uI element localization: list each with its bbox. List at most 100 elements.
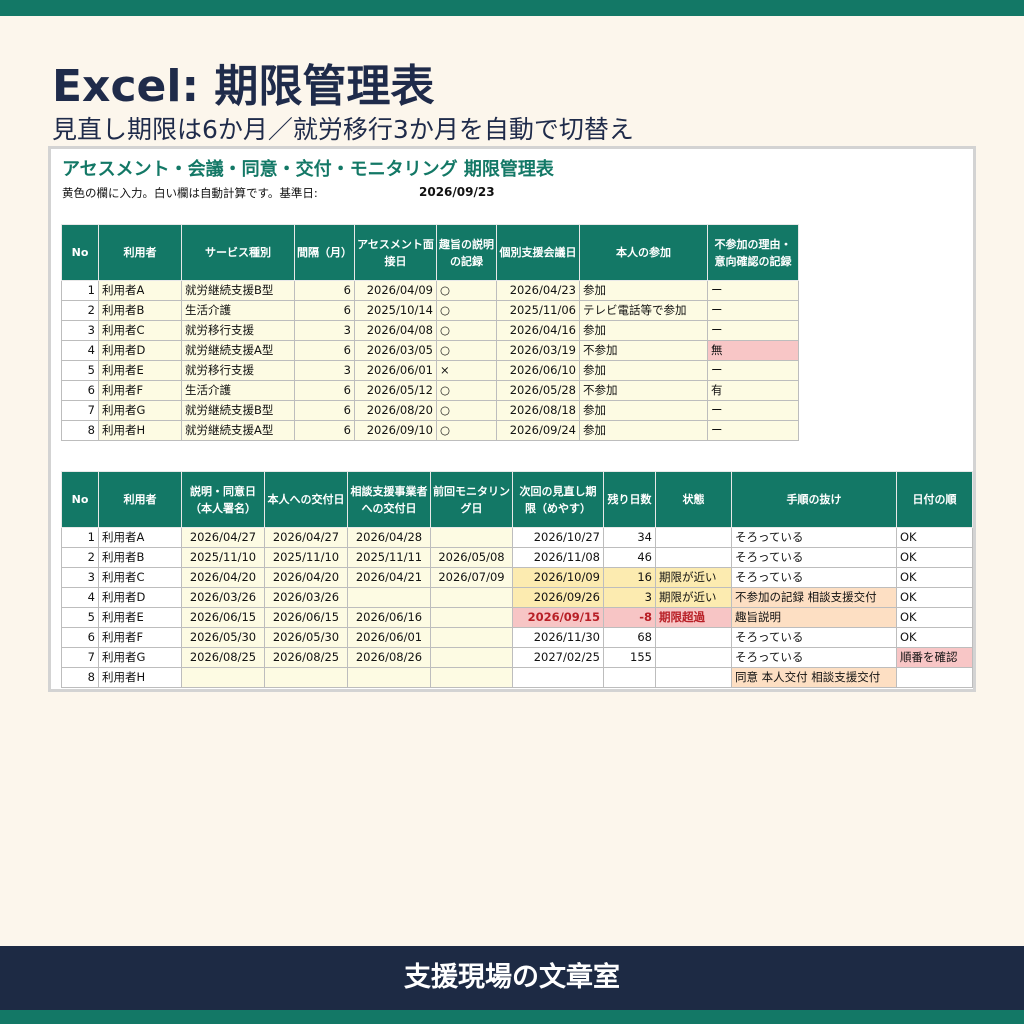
table1-cell-r5-c1[interactable]: 利用者F xyxy=(98,380,182,401)
table1-cell-r6-c0[interactable]: 7 xyxy=(61,400,99,421)
table1-cell-r1-c6[interactable]: 2025/11/06 xyxy=(496,300,580,321)
table1-cell-r0-c0[interactable]: 1 xyxy=(61,280,99,301)
table2-cell-r1-c6[interactable]: 2026/11/08 xyxy=(512,547,604,568)
table2-cell-r7-c10[interactable] xyxy=(896,667,973,688)
table1-cell-r2-c0[interactable]: 3 xyxy=(61,320,99,341)
table2-cell-r4-c8[interactable]: 期限超過 xyxy=(655,607,732,628)
table1-cell-r5-c7[interactable]: 不参加 xyxy=(579,380,708,401)
table2-cell-r3-c1[interactable]: 利用者D xyxy=(98,587,182,608)
table1-cell-r2-c5[interactable]: ○ xyxy=(436,320,497,341)
table2-cell-r7-c6[interactable] xyxy=(512,667,604,688)
table2-cell-r2-c1[interactable]: 利用者C xyxy=(98,567,182,588)
table1-cell-r4-c1[interactable]: 利用者E xyxy=(98,360,182,381)
table2-cell-r6-c4[interactable]: 2026/08/26 xyxy=(347,647,431,668)
table2-cell-r3-c5[interactable] xyxy=(430,587,513,608)
table2-cell-r6-c7[interactable]: 155 xyxy=(603,647,656,668)
table1-cell-r4-c3[interactable]: 3 xyxy=(294,360,355,381)
table2-cell-r0-c4[interactable]: 2026/04/28 xyxy=(347,527,431,548)
table1-cell-r1-c1[interactable]: 利用者B xyxy=(98,300,182,321)
table2-cell-r1-c2[interactable]: 2025/11/10 xyxy=(181,547,265,568)
table2-cell-r5-c7[interactable]: 68 xyxy=(603,627,656,648)
table1-cell-r4-c4[interactable]: 2026/06/01 xyxy=(354,360,437,381)
table2-cell-r5-c9[interactable]: そろっている xyxy=(731,627,897,648)
table2-cell-r0-c5[interactable] xyxy=(430,527,513,548)
table1-cell-r6-c3[interactable]: 6 xyxy=(294,400,355,421)
table1-cell-r6-c2[interactable]: 就労継続支援B型 xyxy=(181,400,295,421)
table1-cell-r2-c6[interactable]: 2026/04/16 xyxy=(496,320,580,341)
base-date-value[interactable]: 2026/09/23 xyxy=(419,185,495,199)
table2-cell-r7-c0[interactable]: 8 xyxy=(61,667,99,688)
table1-cell-r0-c1[interactable]: 利用者A xyxy=(98,280,182,301)
table2-cell-r6-c1[interactable]: 利用者G xyxy=(98,647,182,668)
table1-cell-r7-c3[interactable]: 6 xyxy=(294,420,355,441)
table1-cell-r7-c4[interactable]: 2026/09/10 xyxy=(354,420,437,441)
table1-cell-r1-c2[interactable]: 生活介護 xyxy=(181,300,295,321)
table2-cell-r0-c1[interactable]: 利用者A xyxy=(98,527,182,548)
table1-cell-r1-c4[interactable]: 2025/10/14 xyxy=(354,300,437,321)
table1-cell-r4-c5[interactable]: × xyxy=(436,360,497,381)
table2-cell-r6-c3[interactable]: 2026/08/25 xyxy=(264,647,348,668)
table1-cell-r1-c7[interactable]: テレビ電話等で参加 xyxy=(579,300,708,321)
table2-cell-r1-c4[interactable]: 2025/11/11 xyxy=(347,547,431,568)
table2-cell-r2-c0[interactable]: 3 xyxy=(61,567,99,588)
table2-cell-r7-c7[interactable] xyxy=(603,667,656,688)
table2-cell-r4-c0[interactable]: 5 xyxy=(61,607,99,628)
table2-cell-r6-c8[interactable] xyxy=(655,647,732,668)
table2-cell-r4-c3[interactable]: 2026/06/15 xyxy=(264,607,348,628)
table1-cell-r5-c4[interactable]: 2026/05/12 xyxy=(354,380,437,401)
table1-cell-r3-c0[interactable]: 4 xyxy=(61,340,99,361)
table1-cell-r7-c1[interactable]: 利用者H xyxy=(98,420,182,441)
table1-cell-r1-c8[interactable]: ー xyxy=(707,300,799,321)
table2-cell-r6-c0[interactable]: 7 xyxy=(61,647,99,668)
table2-cell-r7-c3[interactable] xyxy=(264,667,348,688)
table2-cell-r6-c10[interactable]: 順番を確認 xyxy=(896,647,973,668)
table2-cell-r3-c6[interactable]: 2026/09/26 xyxy=(512,587,604,608)
table2-cell-r2-c10[interactable]: OK xyxy=(896,567,973,588)
table2-cell-r7-c5[interactable] xyxy=(430,667,513,688)
table2-cell-r3-c7[interactable]: 3 xyxy=(603,587,656,608)
table2-cell-r0-c10[interactable]: OK xyxy=(896,527,973,548)
table1-cell-r7-c7[interactable]: 参加 xyxy=(579,420,708,441)
table1-cell-r6-c4[interactable]: 2026/08/20 xyxy=(354,400,437,421)
table2-cell-r0-c8[interactable] xyxy=(655,527,732,548)
table1-cell-r6-c5[interactable]: ○ xyxy=(436,400,497,421)
table2-cell-r1-c5[interactable]: 2026/05/08 xyxy=(430,547,513,568)
table2-cell-r6-c2[interactable]: 2026/08/25 xyxy=(181,647,265,668)
table2-cell-r4-c6[interactable]: 2026/09/15 xyxy=(512,607,604,628)
table2-cell-r1-c3[interactable]: 2025/11/10 xyxy=(264,547,348,568)
table1-cell-r0-c2[interactable]: 就労継続支援B型 xyxy=(181,280,295,301)
table1-cell-r1-c0[interactable]: 2 xyxy=(61,300,99,321)
table1-cell-r3-c6[interactable]: 2026/03/19 xyxy=(496,340,580,361)
table2-cell-r2-c7[interactable]: 16 xyxy=(603,567,656,588)
table2-cell-r2-c4[interactable]: 2026/04/21 xyxy=(347,567,431,588)
table2-cell-r1-c1[interactable]: 利用者B xyxy=(98,547,182,568)
table2-cell-r1-c8[interactable] xyxy=(655,547,732,568)
table2-cell-r5-c3[interactable]: 2026/05/30 xyxy=(264,627,348,648)
table2-cell-r1-c7[interactable]: 46 xyxy=(603,547,656,568)
table1-cell-r6-c7[interactable]: 参加 xyxy=(579,400,708,421)
table1-cell-r5-c2[interactable]: 生活介護 xyxy=(181,380,295,401)
table2-cell-r1-c9[interactable]: そろっている xyxy=(731,547,897,568)
table1-cell-r2-c7[interactable]: 参加 xyxy=(579,320,708,341)
table1-cell-r3-c2[interactable]: 就労継続支援A型 xyxy=(181,340,295,361)
table2-cell-r5-c2[interactable]: 2026/05/30 xyxy=(181,627,265,648)
table1-cell-r3-c7[interactable]: 不参加 xyxy=(579,340,708,361)
table2-cell-r4-c4[interactable]: 2026/06/16 xyxy=(347,607,431,628)
table2-cell-r2-c8[interactable]: 期限が近い xyxy=(655,567,732,588)
table2-cell-r5-c5[interactable] xyxy=(430,627,513,648)
table2-cell-r5-c4[interactable]: 2026/06/01 xyxy=(347,627,431,648)
table1-cell-r7-c2[interactable]: 就労継続支援A型 xyxy=(181,420,295,441)
table2-cell-r5-c6[interactable]: 2026/11/30 xyxy=(512,627,604,648)
table1-cell-r3-c5[interactable]: ○ xyxy=(436,340,497,361)
table2-cell-r3-c2[interactable]: 2026/03/26 xyxy=(181,587,265,608)
table2-cell-r4-c5[interactable] xyxy=(430,607,513,628)
table2-cell-r7-c1[interactable]: 利用者H xyxy=(98,667,182,688)
table2-cell-r4-c10[interactable]: OK xyxy=(896,607,973,628)
table1-cell-r3-c1[interactable]: 利用者D xyxy=(98,340,182,361)
table2-cell-r5-c0[interactable]: 6 xyxy=(61,627,99,648)
table2-cell-r2-c2[interactable]: 2026/04/20 xyxy=(181,567,265,588)
table1-cell-r4-c6[interactable]: 2026/06/10 xyxy=(496,360,580,381)
table2-cell-r3-c10[interactable]: OK xyxy=(896,587,973,608)
table1-cell-r0-c3[interactable]: 6 xyxy=(294,280,355,301)
table1-cell-r5-c3[interactable]: 6 xyxy=(294,380,355,401)
